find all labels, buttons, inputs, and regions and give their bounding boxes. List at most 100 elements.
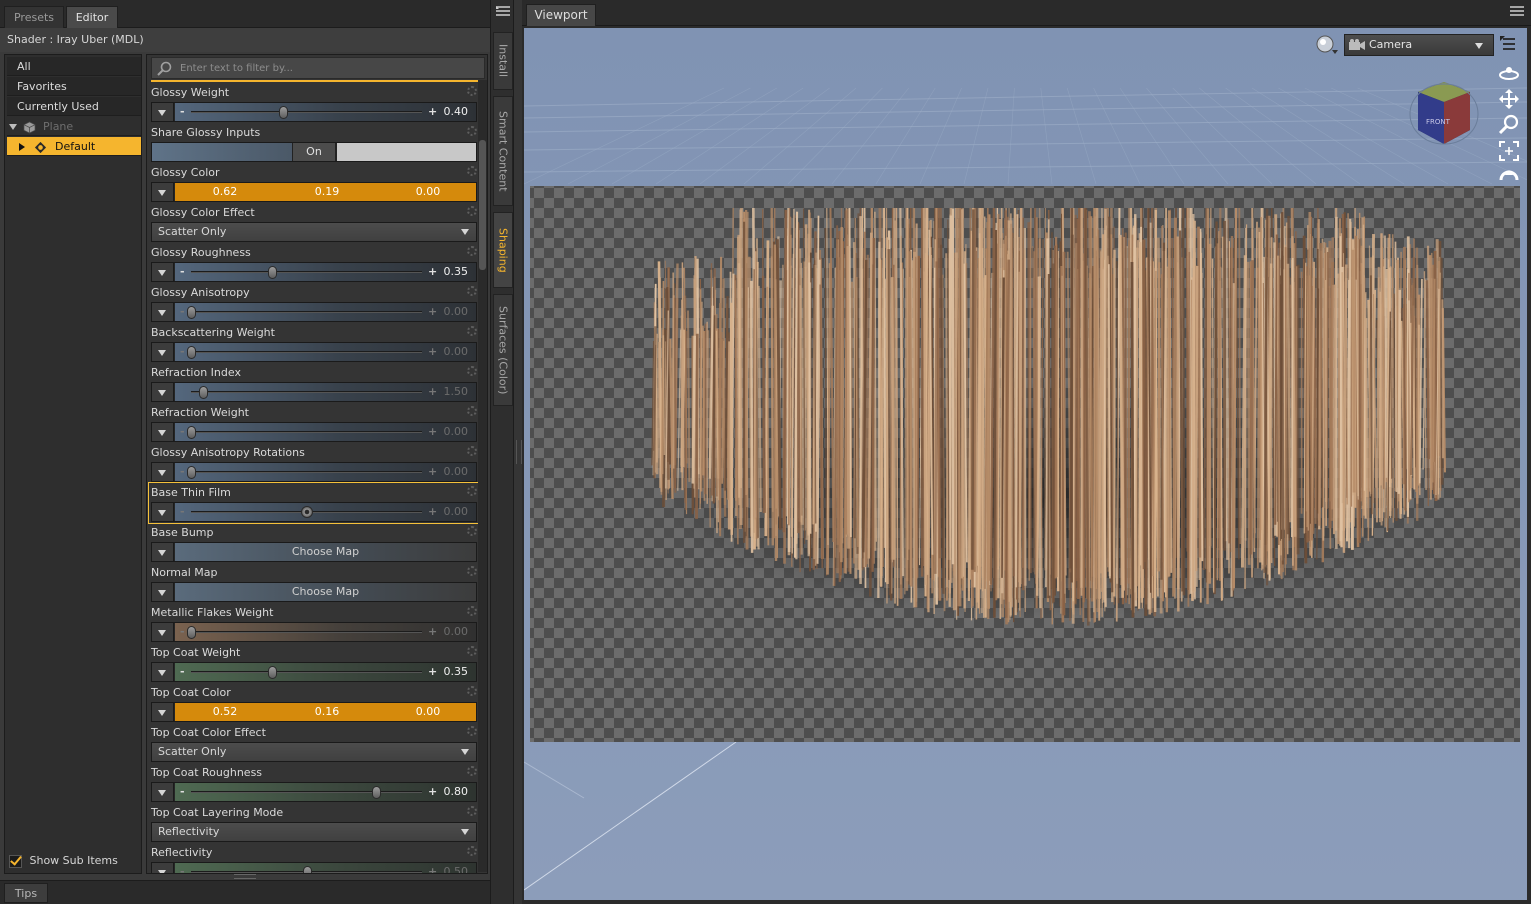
- increment-icon[interactable]: +: [428, 783, 437, 800]
- category-favorites[interactable]: Favorites: [7, 77, 141, 96]
- dropdown-arrow-icon[interactable]: [152, 463, 174, 481]
- category-currently-used[interactable]: Currently Used: [7, 97, 141, 116]
- backscattering-weight-control[interactable]: - + 0.00: [151, 342, 477, 362]
- side-tab-smart-content[interactable]: Smart Content: [493, 96, 513, 206]
- glossy-weight-slider[interactable]: - + 0.40: [175, 103, 476, 121]
- gear-icon[interactable]: [467, 206, 477, 216]
- backscattering-weight-value[interactable]: 0.00: [444, 343, 469, 360]
- increment-icon[interactable]: +: [428, 623, 437, 640]
- camera-selector[interactable]: Camera: [1344, 34, 1494, 56]
- slider-track[interactable]: [191, 791, 422, 793]
- view-cube-icon[interactable]: FRONT: [1408, 78, 1480, 150]
- menu-icon[interactable]: [1509, 5, 1525, 19]
- metallic-flakes-weight-slider[interactable]: - + 0.00: [175, 623, 476, 641]
- normal-map-choose-map-button[interactable]: Choose Map: [175, 583, 476, 601]
- refraction-index-value[interactable]: 1.50: [444, 383, 469, 400]
- side-tab-surfaces[interactable]: Surfaces (Color): [493, 294, 513, 406]
- increment-icon[interactable]: +: [428, 423, 437, 440]
- slider-track[interactable]: [191, 391, 422, 393]
- color-red-value[interactable]: 0.62: [195, 183, 255, 201]
- pan-icon[interactable]: [1498, 88, 1520, 110]
- gear-icon[interactable]: [467, 326, 477, 336]
- reflectivity-control[interactable]: - + 0.50: [151, 862, 477, 873]
- glossy-anisotropy-control[interactable]: - + 0.00: [151, 302, 477, 322]
- scroll-thumb[interactable]: [479, 140, 486, 270]
- draw-style-icon[interactable]: [1314, 34, 1340, 56]
- dropdown-arrow-icon[interactable]: [152, 183, 174, 201]
- pane-splitter[interactable]: [514, 0, 522, 904]
- gear-icon[interactable]: [467, 806, 477, 816]
- slider-knob[interactable]: [302, 866, 312, 873]
- top-coat-weight-control[interactable]: - + 0.35: [151, 662, 477, 682]
- increment-icon[interactable]: +: [428, 383, 437, 400]
- resize-handle[interactable]: [234, 874, 256, 879]
- gear-icon[interactable]: [467, 726, 477, 736]
- metallic-flakes-weight-value[interactable]: 0.00: [444, 623, 469, 640]
- increment-icon[interactable]: +: [428, 663, 437, 680]
- gear-icon[interactable]: [467, 406, 477, 416]
- expand-icon[interactable]: [9, 124, 17, 130]
- increment-icon[interactable]: +: [428, 503, 437, 520]
- tab-tips[interactable]: Tips: [4, 883, 48, 903]
- dropdown-arrow-icon[interactable]: [152, 703, 174, 721]
- glossy-anisotropy-value[interactable]: 0.00: [444, 303, 469, 320]
- refraction-index-control[interactable]: + 1.50: [151, 382, 477, 402]
- slider-track[interactable]: [191, 311, 422, 313]
- top-coat-layering-mode-control[interactable]: Reflectivity: [151, 822, 477, 842]
- glossy-anisotropy-rotations-control[interactable]: - + 0.00: [151, 462, 477, 482]
- increment-icon[interactable]: +: [428, 103, 437, 120]
- top-coat-layering-mode-select[interactable]: Reflectivity: [152, 823, 476, 841]
- gear-icon[interactable]: [467, 766, 477, 776]
- orbit-icon[interactable]: [1498, 62, 1520, 84]
- gear-icon[interactable]: [467, 646, 477, 656]
- collapse-icon[interactable]: [19, 143, 25, 151]
- gear-icon[interactable]: [467, 366, 477, 376]
- property-scrollbar[interactable]: [478, 80, 487, 872]
- increment-icon[interactable]: +: [428, 343, 437, 360]
- slider-knob[interactable]: [198, 386, 208, 399]
- gear-icon[interactable]: [467, 246, 477, 256]
- top-coat-weight-slider[interactable]: - + 0.35: [175, 663, 476, 681]
- viewport-options-icon[interactable]: [1500, 36, 1518, 52]
- dropdown-arrow-icon[interactable]: [152, 263, 174, 281]
- dropdown-arrow-icon[interactable]: [152, 663, 174, 681]
- dropdown-arrow-icon[interactable]: [152, 503, 174, 521]
- color-green-value[interactable]: 0.19: [297, 183, 357, 201]
- checkbox-check-icon[interactable]: [9, 854, 22, 868]
- menu-icon[interactable]: [495, 5, 511, 19]
- glossy-anisotropy-slider[interactable]: - + 0.00: [175, 303, 476, 321]
- increment-icon[interactable]: +: [428, 463, 437, 480]
- glossy-weight-value[interactable]: 0.40: [444, 103, 469, 120]
- slider-knob[interactable]: [371, 786, 381, 799]
- top-coat-color-swatch[interactable]: 0.52 0.16 0.00: [175, 703, 476, 721]
- slider-knob[interactable]: [187, 626, 196, 639]
- tab-presets[interactable]: Presets: [4, 6, 64, 28]
- side-tab-install[interactable]: Install: [493, 32, 513, 90]
- dropdown-arrow-icon[interactable]: [152, 383, 174, 401]
- backscattering-weight-slider[interactable]: - + 0.00: [175, 343, 476, 361]
- gear-icon[interactable]: [467, 286, 477, 296]
- frame-icon[interactable]: [1498, 140, 1520, 162]
- slider-track[interactable]: [191, 671, 422, 673]
- slider-knob[interactable]: [300, 506, 313, 518]
- top-coat-color-control[interactable]: 0.52 0.16 0.00: [151, 702, 477, 722]
- slider-knob[interactable]: [187, 466, 196, 479]
- increment-icon[interactable]: +: [428, 263, 437, 280]
- slider-track[interactable]: [191, 431, 422, 433]
- top-coat-roughness-value[interactable]: 0.80: [444, 783, 469, 800]
- filter-input[interactable]: [180, 58, 482, 78]
- base-thin-film-slider[interactable]: - + 0.00: [175, 503, 476, 521]
- decrement-icon[interactable]: -: [180, 103, 188, 120]
- decrement-icon[interactable]: -: [180, 663, 188, 680]
- scene-render[interactable]: [524, 28, 1527, 900]
- glossy-color-control[interactable]: 0.62 0.19 0.00: [151, 182, 477, 202]
- decrement-icon[interactable]: -: [180, 503, 188, 520]
- top-coat-weight-value[interactable]: 0.35: [444, 663, 469, 680]
- slider-knob[interactable]: [187, 426, 196, 439]
- gear-icon[interactable]: [467, 126, 477, 136]
- increment-icon[interactable]: +: [428, 303, 437, 320]
- gear-icon[interactable]: [467, 166, 477, 176]
- decrement-icon[interactable]: -: [180, 863, 188, 873]
- slider-track[interactable]: [191, 471, 422, 473]
- dropdown-arrow-icon[interactable]: [152, 423, 174, 441]
